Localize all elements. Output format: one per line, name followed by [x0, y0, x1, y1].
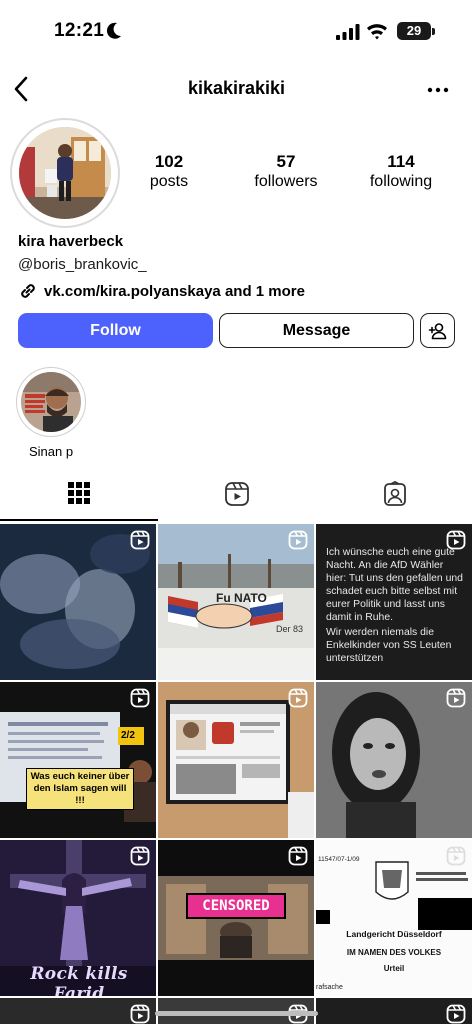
post-tile-tv-screen[interactable]: [158, 682, 314, 838]
more-options-icon[interactable]: [426, 80, 450, 100]
post-tile-graffiti[interactable]: Fu NATO Der 83: [158, 524, 314, 680]
following-count-value: 114: [387, 152, 415, 171]
moon-icon: [106, 22, 121, 39]
text-post-body: Ich wünsche euch eine gute Nacht. An die…: [326, 547, 463, 623]
graffiti-tag: Der 83: [276, 624, 303, 634]
tab-posts-grid[interactable]: [0, 481, 158, 519]
follow-button[interactable]: Follow: [18, 313, 213, 348]
video-part-badge: 2/2: [121, 730, 135, 741]
avatar[interactable]: [19, 127, 111, 219]
grid-icon: [68, 482, 90, 504]
post-tile-censored-video[interactable]: CENSORED: [158, 840, 314, 996]
doc-court: Landgericht Düsseldorf: [346, 929, 442, 939]
reel-icon: [130, 688, 150, 708]
post-tile-court-document[interactable]: 11547/07-1/09 Landgericht Düsseldorf IM …: [316, 840, 472, 996]
status-time: 12:21: [54, 20, 105, 41]
post-tile-row4-3[interactable]: [316, 998, 472, 1024]
battery-tip: [432, 28, 435, 35]
cellular-signal-icon: [336, 24, 360, 40]
bio-link-text[interactable]: vk.com/kira.polyanskaya and 1 more: [44, 283, 305, 300]
censored-label: CENSORED: [186, 893, 286, 919]
home-indicator[interactable]: [155, 1011, 318, 1016]
status-bar: 12:21 29: [0, 0, 473, 60]
followers-count-value: 57: [276, 152, 296, 171]
battery-indicator: 29: [397, 22, 431, 40]
reel-icon: [288, 846, 308, 866]
suggested-users-button[interactable]: [420, 313, 455, 348]
post-tile-islam-video[interactable]: 2/2 Was euch keiner über den Islam sagen…: [0, 682, 156, 838]
highlight-cover[interactable]: [21, 372, 81, 432]
followers-count[interactable]: 57 followers: [231, 152, 341, 192]
following-label: following: [369, 173, 433, 190]
reel-icon: [446, 846, 466, 866]
wifi-icon: [367, 24, 387, 40]
video-caption: Was euch keiner über den Islam sagen wil…: [26, 768, 134, 810]
following-count[interactable]: 114 following: [346, 152, 456, 192]
reel-icon: [446, 530, 466, 550]
secondary-handle: @boris_brankovic_: [18, 256, 147, 273]
link-icon: [21, 284, 35, 298]
posts-count: 102 posts: [114, 152, 224, 192]
tab-tagged[interactable]: [316, 481, 473, 519]
reel-icon: [446, 1004, 466, 1024]
active-tab-indicator: [0, 519, 158, 521]
doc-verdict: Urteil: [383, 964, 405, 973]
tab-reels[interactable]: [158, 481, 316, 519]
posts-count-value: 102: [154, 152, 184, 171]
post-tile-row4-1[interactable]: [0, 998, 156, 1024]
graffiti-text: Fu NATO: [216, 591, 267, 605]
reel-icon: [130, 846, 150, 866]
doc-heading: IM NAMEN DES VOLKES: [346, 948, 442, 957]
reels-icon: [225, 482, 249, 506]
reel-icon: [446, 688, 466, 708]
album-title: Rock kills Farid: [30, 964, 128, 996]
post-tile-album-cover[interactable]: Rock kills Farid: [0, 840, 156, 996]
message-button[interactable]: Message: [219, 313, 414, 348]
post-tile-woman-video[interactable]: [316, 682, 472, 838]
bio-link[interactable]: vk.com/kira.polyanskaya and 1 more: [18, 281, 305, 301]
followers-label: followers: [254, 173, 318, 190]
posts-label: posts: [149, 173, 189, 190]
add-person-icon: [428, 322, 446, 339]
reel-icon: [130, 1004, 150, 1024]
reel-icon: [288, 688, 308, 708]
highlight-label[interactable]: Sinan p: [6, 444, 96, 459]
tagged-icon: [384, 481, 406, 506]
text-post-body-2: Wir werden niemals die Enkelkinder von S…: [326, 627, 452, 664]
post-tile-text-message[interactable]: Ich wünsche euch eine gute Nacht. An die…: [316, 524, 472, 680]
reel-icon: [130, 530, 150, 550]
doc-small-text: rafsache: [316, 984, 343, 991]
post-tile-smoke[interactable]: [0, 524, 156, 680]
display-name: kira haverbeck: [18, 233, 124, 250]
profile-username-title: kikakirakiki: [187, 78, 286, 98]
reel-icon: [288, 530, 308, 550]
